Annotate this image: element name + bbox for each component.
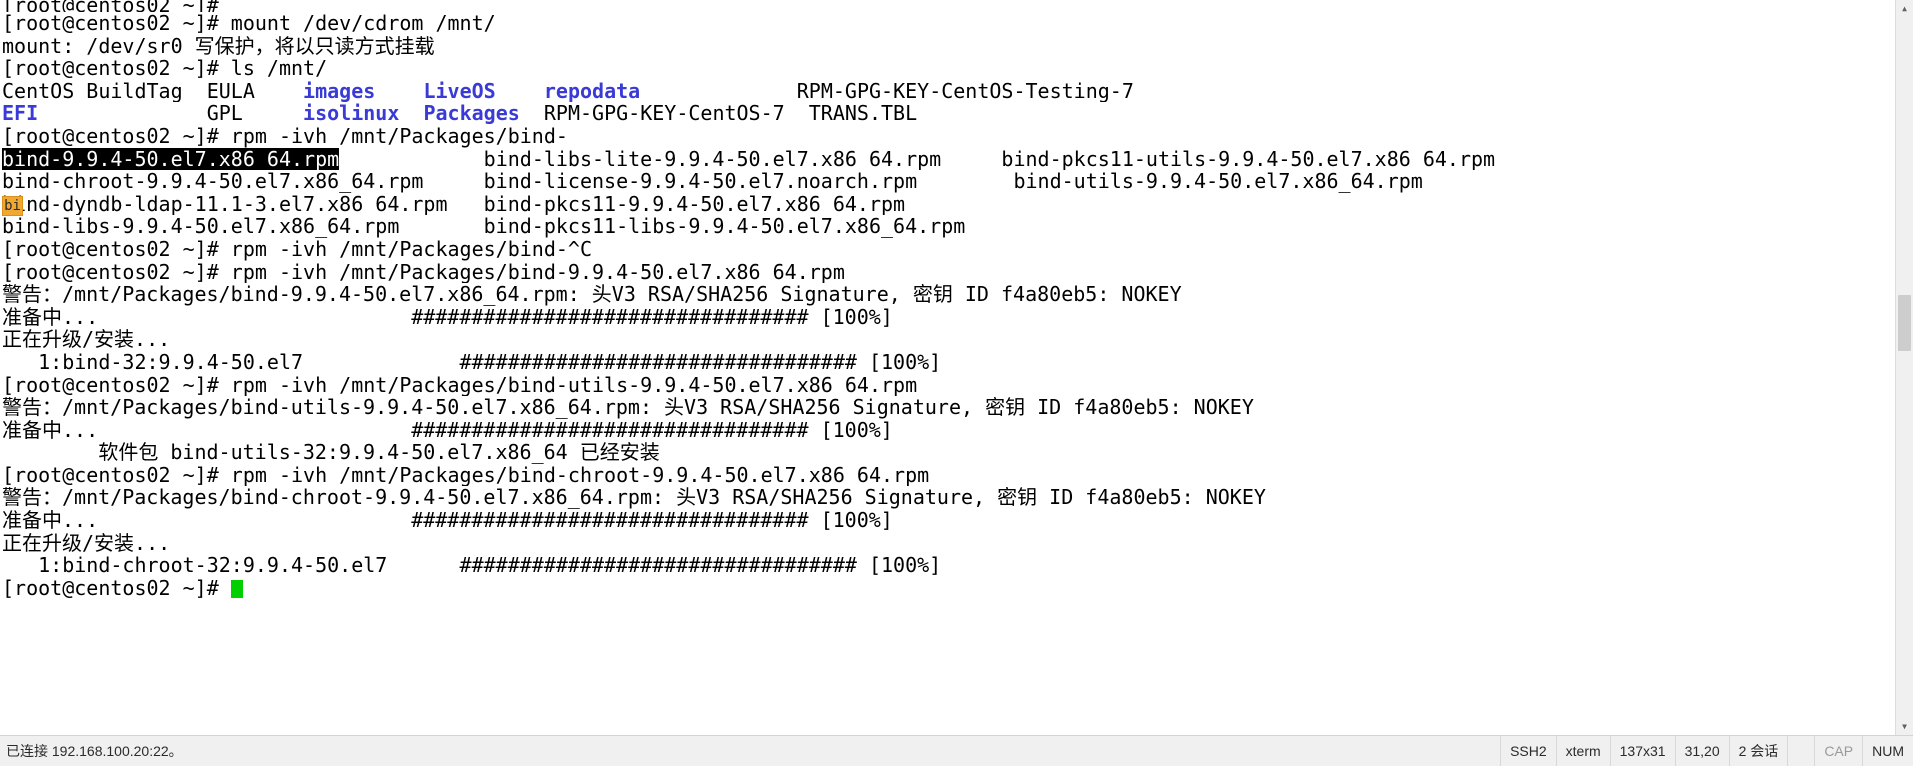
terminal-line: 1:bind-chroot-32:9.9.4-50.el7 ##########… <box>2 554 1895 577</box>
directory-name: Packages <box>423 102 520 125</box>
status-cell-cursor_pos[interactable]: 31,20 <box>1674 736 1729 766</box>
terminal-text: 正在升级/安装... <box>2 531 171 555</box>
terminal-text: GPL <box>38 102 304 125</box>
status-cell-gap[interactable] <box>1787 736 1814 766</box>
terminal-text: [root@centos02 ~]# rpm -ivh /mnt/Package… <box>2 124 568 148</box>
terminal-text: bind-libs-lite-9.9.4-50.el7.x86_64.rpm b… <box>339 147 1496 171</box>
terminal-text: 准备中... #################################… <box>2 305 893 329</box>
terminal-line: [root@centos02 ~]# <box>2 0 1895 12</box>
terminal-text: bind-libs-9.9.4-50.el7.x86_64.rpm bind-p… <box>2 215 966 238</box>
terminal-line: [root@centos02 ~]# rpm -ivh /mnt/Package… <box>2 125 1895 148</box>
terminal-output[interactable]: [root@centos02 ~]# [root@centos02 ~]# mo… <box>0 0 1895 735</box>
terminal-line: [root@centos02 ~]# rpm -ivh /mnt/Package… <box>2 261 1895 284</box>
directory-name: EFI <box>2 102 39 125</box>
status-cell-caps_lock[interactable]: CAP <box>1814 736 1862 766</box>
terminal-line: [root@centos02 ~]# rpm -ivh /mnt/Package… <box>2 464 1895 487</box>
terminal-line: 准备中... #################################… <box>2 509 1895 532</box>
terminal-text: [root@centos02 ~]# mount /dev/cdrom /mnt… <box>2 12 496 35</box>
connection-status-text: 已连接 192.168.100.20:22。 <box>6 743 183 759</box>
terminal-text: [root@centos02 ~]# <box>2 576 231 600</box>
scroll-down-arrow-icon[interactable]: ▼ <box>1896 718 1913 735</box>
terminal-text: [root@centos02 ~]# rpm -ivh /mnt/Package… <box>2 260 845 284</box>
status-cell-num_lock[interactable]: NUM <box>1862 736 1913 766</box>
terminal-text: [root@centos02 ~]# rpm -ivh /mnt/Package… <box>2 373 918 397</box>
terminal-text: CentOS_BuildTag EULA <box>2 79 304 103</box>
terminal-line: bind-chroot-9.9.4-50.el7.x86_64.rpm bind… <box>2 170 1895 193</box>
terminal-line: 正在升级/安装... <box>2 532 1895 555</box>
terminal-line: mount: /dev/sr0 写保护，将以只读方式挂载 <box>2 35 1895 58</box>
terminal-cursor <box>230 579 243 598</box>
status-bar-cells: SSH2 xterm 137x31 31,20 2 会话 CAP NUM <box>1500 736 1913 766</box>
terminal-text: 1:bind-32:9.9.4-50.el7 #################… <box>2 350 942 374</box>
terminal-text: [root@centos02 ~]# rpm -ivh /mnt/Package… <box>2 463 930 487</box>
terminal-line: 准备中... #################################… <box>2 306 1895 329</box>
terminal-text: bind-chroot-9.9.4-50.el7.x86_64.rpm bind… <box>2 170 1423 193</box>
directory-name: repodata <box>543 79 641 103</box>
status-cell-emulation[interactable]: xterm <box>1555 736 1610 766</box>
terminal-text: 警告：/mnt/Packages/bind-9.9.4-50.el7.x86_6… <box>2 283 1182 306</box>
terminal-text: 准备中... #################################… <box>2 418 893 442</box>
status-cell-protocol[interactable]: SSH2 <box>1500 736 1556 766</box>
terminal-line: [root@centos02 ~]# ls /mnt/ <box>2 57 1895 80</box>
terminal-text: 警告：/mnt/Packages/bind-utils-9.9.4-50.el7… <box>2 396 1254 419</box>
scrollbar-track[interactable] <box>1896 17 1913 718</box>
terminal-line: 警告：/mnt/Packages/bind-utils-9.9.4-50.el7… <box>2 396 1895 419</box>
terminal-line: 警告：/mnt/Packages/bind-chroot-9.9.4-50.el… <box>2 486 1895 509</box>
terminal-text: 正在升级/安装... <box>2 328 171 351</box>
terminal-text: 1:bind-chroot-32:9.9.4-50.el7 ##########… <box>2 554 942 577</box>
terminal-line: [root@centos02 ~]# rpm -ivh /mnt/Package… <box>2 238 1895 261</box>
terminal-text: 软件包 bind-utils-32:9.9.4-50.el7.x86_64 已经… <box>2 441 660 464</box>
terminal-line: 软件包 bind-utils-32:9.9.4-50.el7.x86_64 已经… <box>2 441 1895 464</box>
terminal-line: bind-9.9.4-50.el7.x86_64.rpm bind-libs-l… <box>2 147 1895 171</box>
directory-name: images <box>303 79 376 103</box>
terminal-line: EFI GPL isolinux Packages RPM-GPG-KEY-Ce… <box>2 102 1895 125</box>
terminal-line: [root@centos02 ~]# mount /dev/cdrom /mnt… <box>2 12 1895 35</box>
terminal-line: bind-libs-9.9.4-50.el7.x86_64.rpm bind-p… <box>2 215 1895 238</box>
terminal-text: [root@centos02 ~]# ls /mnt/ <box>2 57 328 80</box>
ssh-client-window: [root@centos02 ~]# [root@centos02 ~]# mo… <box>0 0 1913 766</box>
status-cell-sessions[interactable]: 2 会话 <box>1728 736 1788 766</box>
status-cell-size[interactable]: 137x31 <box>1609 736 1675 766</box>
terminal-scrollbar[interactable]: ▲ ▼ <box>1895 0 1913 735</box>
terminal-text: [root@centos02 ~]# <box>2 0 231 12</box>
terminal-line: [root@centos02 ~]# rpm -ivh /mnt/Package… <box>2 374 1895 397</box>
terminal-text: 警告：/mnt/Packages/bind-chroot-9.9.4-50.el… <box>2 486 1266 510</box>
terminal-text: bind-dyndb-ldap-11.1-3.el7.x86_64.rpm bi… <box>2 192 906 216</box>
terminal-text: mount: /dev/sr0 写保护，将以只读方式挂载 <box>2 34 435 58</box>
terminal-line: bind-dyndb-ldap-11.1-3.el7.x86_64.rpm bi… <box>2 193 1895 216</box>
directory-name: isolinux <box>303 102 400 125</box>
scrollbar-thumb[interactable] <box>1898 295 1911 351</box>
terminal-text: RPM-GPG-KEY-CentOS-Testing-7 <box>640 79 1134 103</box>
terminal-line: 1:bind-32:9.9.4-50.el7 #################… <box>2 351 1895 374</box>
terminal-line: CentOS_BuildTag EULA images LiveOS repod… <box>2 80 1895 103</box>
terminal-line: 警告：/mnt/Packages/bind-9.9.4-50.el7.x86_6… <box>2 283 1895 306</box>
terminal-text: [root@centos02 ~]# rpm -ivh /mnt/Package… <box>2 237 593 261</box>
terminal-text: 准备中... #################################… <box>2 509 893 532</box>
terminal-text: RPM-GPG-KEY-CentOS-7 TRANS.TBL <box>519 102 918 125</box>
annotation-highlight-box: bi <box>2 196 23 216</box>
terminal-area: [root@centos02 ~]# [root@centos02 ~]# mo… <box>0 0 1913 735</box>
scroll-up-arrow-icon[interactable]: ▲ <box>1896 0 1913 17</box>
directory-name: LiveOS <box>423 79 496 103</box>
status-bar: 已连接 192.168.100.20:22。 SSH2 xterm 137x31 31… <box>0 735 1913 766</box>
terminal-line: [root@centos02 ~]# <box>2 577 1895 600</box>
terminal-line: 准备中... #################################… <box>2 419 1895 442</box>
terminal-line: 正在升级/安装... <box>2 328 1895 351</box>
selected-text: bind-9.9.4-50.el7.x86_64.rpm <box>2 147 340 171</box>
